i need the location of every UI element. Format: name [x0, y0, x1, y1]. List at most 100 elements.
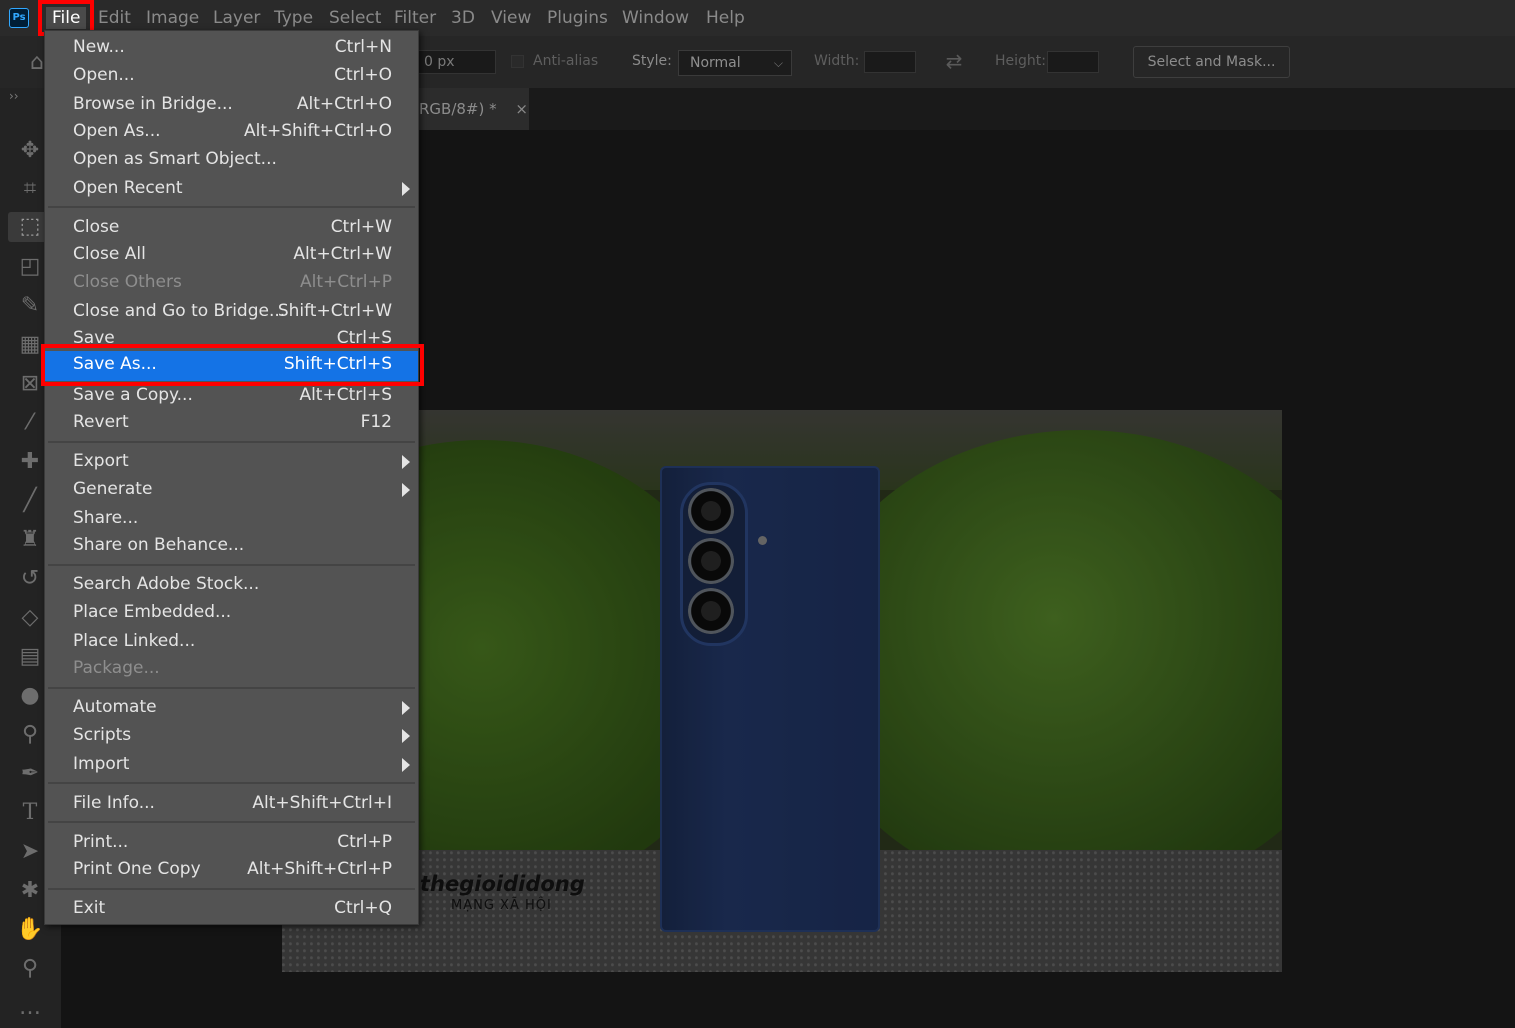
- anti-alias-checkbox[interactable]: [511, 55, 524, 68]
- menu-separator: [48, 441, 415, 443]
- width-label: Width:: [814, 53, 860, 69]
- menu-item-shortcut: Ctrl+Q: [334, 898, 392, 918]
- menu-item-open-smart-object[interactable]: Open as Smart Object...: [45, 146, 418, 174]
- menu-item-generate[interactable]: Generate: [45, 476, 418, 504]
- expand-panel-icon[interactable]: ››: [9, 89, 19, 103]
- menu-item-shortcut: Alt+Ctrl+W: [293, 244, 392, 264]
- quick-select-icon[interactable]: ✎: [14, 291, 46, 321]
- pen-icon[interactable]: ✒: [14, 759, 46, 789]
- menu-image[interactable]: Image: [146, 7, 199, 29]
- menu-item-shortcut: Alt+Ctrl+P: [299, 272, 392, 292]
- perspective-crop-icon[interactable]: ◰: [14, 252, 46, 282]
- more-icon[interactable]: …: [14, 993, 46, 1023]
- photoshop-logo-icon: Ps: [9, 8, 29, 28]
- menu-filter[interactable]: Filter: [394, 7, 436, 29]
- menu-type[interactable]: Type: [274, 7, 313, 29]
- history-brush-icon[interactable]: ↺: [14, 564, 46, 594]
- document-tab[interactable]: RGB/8#) * ×: [419, 88, 529, 130]
- menu-select[interactable]: Select: [329, 7, 381, 29]
- menu-item-shortcut: Alt+Shift+Ctrl+P: [247, 859, 392, 879]
- menu-item-label: Export: [73, 451, 129, 471]
- menu-item-close-others: Close Others Alt+Ctrl+P: [45, 269, 418, 297]
- path-select-icon[interactable]: ➤: [14, 837, 46, 867]
- menu-item-open[interactable]: Open... Ctrl+O: [45, 62, 418, 90]
- hand-icon[interactable]: ✋: [14, 915, 46, 945]
- menu-item-open-recent[interactable]: Open Recent: [45, 175, 418, 203]
- menu-item-label: Close Others: [73, 272, 182, 292]
- close-icon[interactable]: ×: [515, 100, 528, 118]
- menu-item-search-adobe-stock[interactable]: Search Adobe Stock...: [45, 571, 418, 599]
- gradient-icon[interactable]: ▤: [14, 642, 46, 672]
- menu-window[interactable]: Window: [622, 7, 689, 29]
- eyedropper-icon[interactable]: ⁄: [14, 408, 46, 438]
- swap-icon[interactable]: ⇄: [938, 46, 970, 76]
- menu-item-shortcut: Alt+Shift+Ctrl+O: [243, 121, 392, 141]
- menu-help[interactable]: Help: [706, 7, 745, 29]
- height-input[interactable]: [1047, 51, 1099, 73]
- style-select[interactable]: Normal ⌵: [678, 50, 792, 76]
- submenu-arrow-icon: [402, 701, 410, 715]
- menu-item-label: Close: [73, 217, 120, 237]
- dodge-icon[interactable]: ⚲: [14, 720, 46, 750]
- menu-item-print-one-copy[interactable]: Print One Copy Alt+Shift+Ctrl+P: [45, 856, 418, 884]
- type-icon[interactable]: T: [14, 798, 46, 828]
- menu-item-label: New...: [73, 37, 125, 57]
- menu-item-share[interactable]: Share...: [45, 505, 418, 533]
- menu-item-shortcut: Alt+Ctrl+O: [296, 94, 392, 114]
- menu-3d[interactable]: 3D: [451, 7, 475, 29]
- style-value: Normal: [690, 55, 741, 71]
- submenu-arrow-icon: [402, 758, 410, 772]
- menu-item-save-a-copy[interactable]: Save a Copy... Alt+Ctrl+S: [45, 382, 418, 410]
- menu-item-browse-in-bridge[interactable]: Browse in Bridge... Alt+Ctrl+O: [45, 91, 418, 119]
- menu-item-shortcut: Ctrl+O: [334, 65, 392, 85]
- crop-icon[interactable]: ⌗: [14, 174, 46, 204]
- menu-item-import[interactable]: Import: [45, 751, 418, 779]
- menu-item-shortcut: Ctrl+N: [334, 37, 392, 57]
- brush-icon[interactable]: ╱: [14, 486, 46, 516]
- healing-icon[interactable]: ✚: [14, 447, 46, 477]
- submenu-arrow-icon: [402, 455, 410, 469]
- menu-item-open-as[interactable]: Open As... Alt+Shift+Ctrl+O: [45, 118, 418, 146]
- menu-item-shortcut: Ctrl+P: [337, 832, 392, 852]
- zoom-icon[interactable]: ⚲: [14, 954, 46, 984]
- menu-layer[interactable]: Layer: [213, 7, 260, 29]
- menu-item-print[interactable]: Print... Ctrl+P: [45, 829, 418, 857]
- menu-item-close-go-bridge[interactable]: Close and Go to Bridge... Shift+Ctrl+W: [45, 298, 418, 326]
- menu-item-share-behance[interactable]: Share on Behance...: [45, 532, 418, 560]
- shape-icon[interactable]: ✱: [14, 876, 46, 906]
- menu-item-revert[interactable]: Revert F12: [45, 409, 418, 437]
- move-icon[interactable]: ✥: [14, 136, 46, 166]
- menu-item-close-all[interactable]: Close All Alt+Ctrl+W: [45, 241, 418, 269]
- menu-plugins[interactable]: Plugins: [547, 7, 608, 29]
- menu-item-label: Scripts: [73, 725, 132, 745]
- style-label: Style:: [632, 53, 672, 69]
- menu-item-shortcut: Shift+Ctrl+W: [277, 301, 392, 321]
- menu-item-close[interactable]: Close Ctrl+W: [45, 214, 418, 242]
- menu-item-automate[interactable]: Automate: [45, 694, 418, 722]
- menu-item-label: Save a Copy...: [73, 385, 193, 405]
- menu-item-new[interactable]: New... Ctrl+N: [45, 34, 418, 62]
- menu-view[interactable]: View: [491, 7, 531, 29]
- blur-icon[interactable]: ●: [14, 681, 46, 711]
- document-image: thegioididong MẠNG XÃ HỘI: [282, 410, 1282, 972]
- menu-separator: [48, 782, 415, 784]
- height-label: Height:: [995, 53, 1046, 69]
- width-input[interactable]: [864, 51, 916, 73]
- menu-item-label: Generate: [73, 479, 153, 499]
- menu-item-label: Package...: [73, 658, 160, 678]
- menu-separator: [48, 687, 415, 689]
- menu-item-scripts[interactable]: Scripts: [45, 722, 418, 750]
- menu-item-label: Print...: [73, 832, 129, 852]
- menu-item-shortcut: Alt+Shift+Ctrl+I: [252, 793, 392, 813]
- eraser-icon[interactable]: ◇: [14, 603, 46, 633]
- menu-item-label: Print One Copy: [73, 859, 201, 879]
- menu-item-label: Share on Behance...: [73, 535, 245, 555]
- menu-item-exit[interactable]: Exit Ctrl+Q: [45, 895, 418, 923]
- menu-item-place-embedded[interactable]: Place Embedded...: [45, 599, 418, 627]
- select-and-mask-button[interactable]: Select and Mask...: [1133, 46, 1290, 78]
- menu-item-export[interactable]: Export: [45, 448, 418, 476]
- stamp-icon[interactable]: ♜: [14, 525, 46, 555]
- menu-item-place-linked[interactable]: Place Linked...: [45, 628, 418, 656]
- menu-edit[interactable]: Edit: [98, 7, 131, 29]
- menu-item-file-info[interactable]: File Info... Alt+Shift+Ctrl+I: [45, 790, 418, 818]
